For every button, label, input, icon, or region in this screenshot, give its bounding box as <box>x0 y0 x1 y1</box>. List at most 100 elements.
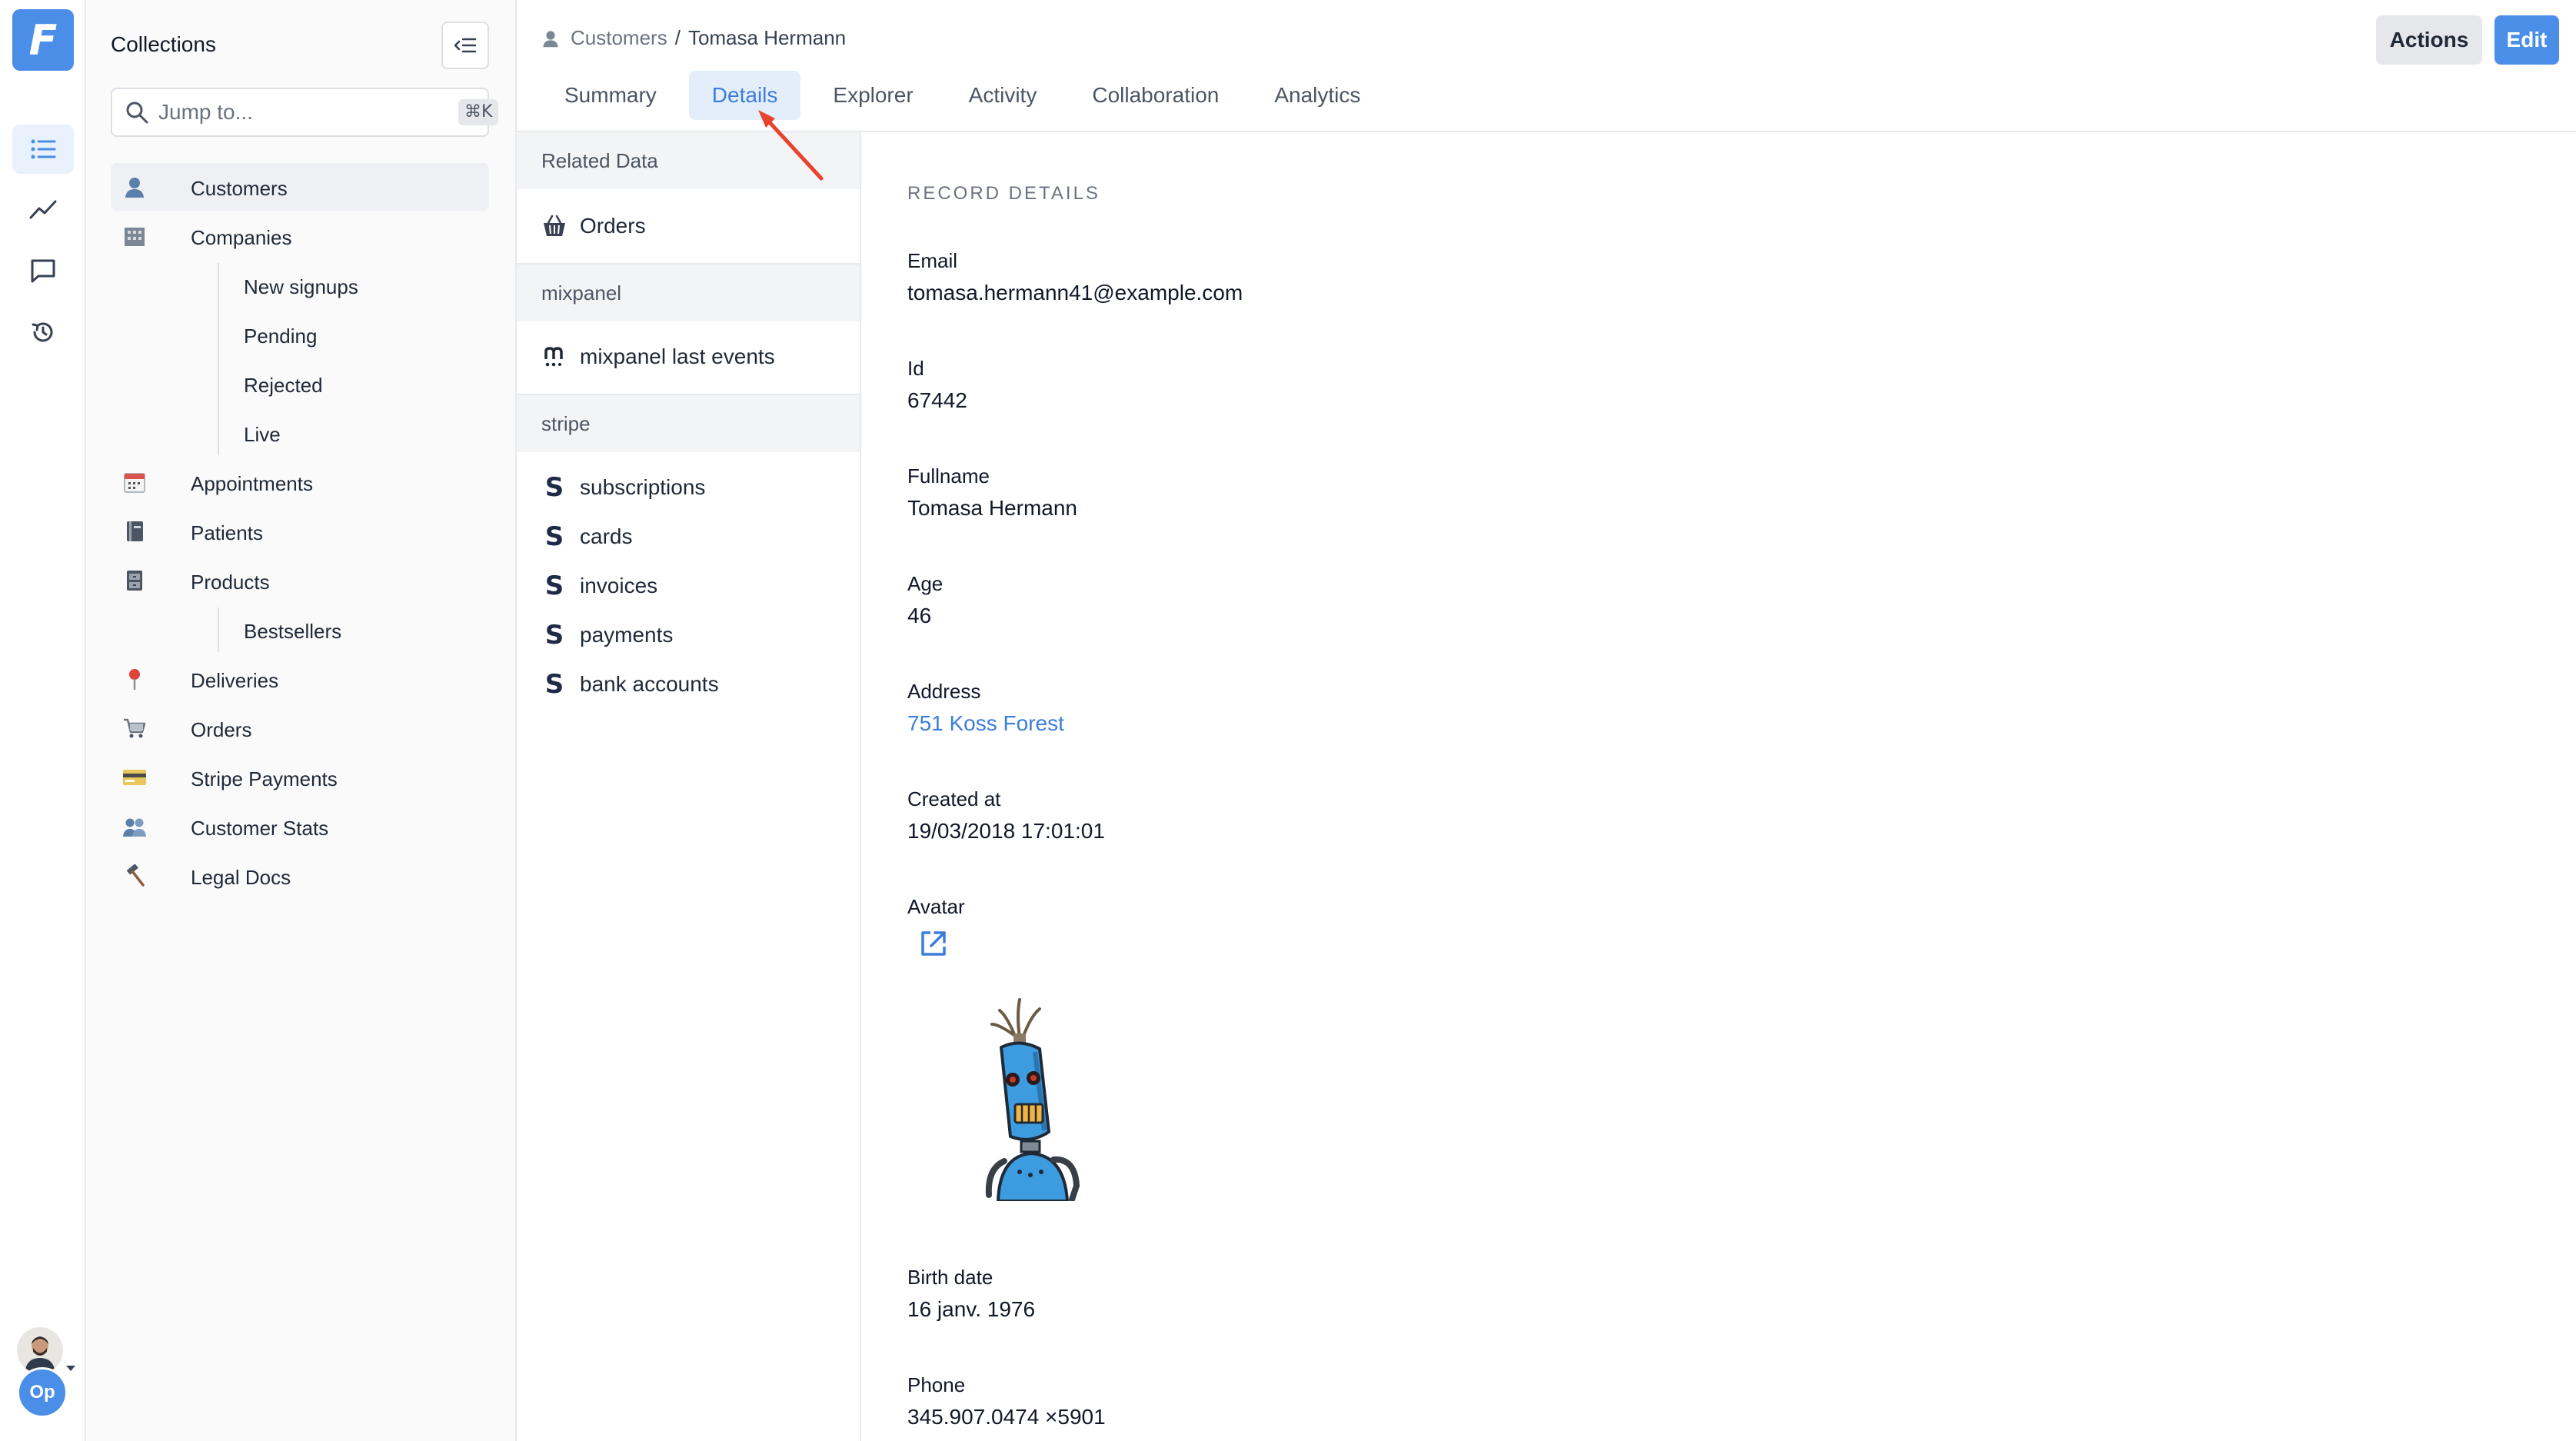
external-link-icon <box>921 931 946 956</box>
field-created-at: Created at 19/03/2018 17:01:01 <box>907 787 1105 844</box>
tab-analytics[interactable]: Analytics <box>1251 71 1383 120</box>
field-phone: Phone 345.907.0474 ×5901 <box>907 1373 1106 1429</box>
field-fullname: Fullname Tomasa Hermann <box>907 464 1077 521</box>
field-address: Address 751 Koss Forest <box>907 680 1064 736</box>
sidebar-item-label: Deliveries <box>191 669 279 692</box>
related-item-label: Orders <box>580 214 646 238</box>
tab-activity[interactable]: Activity <box>946 71 1060 120</box>
field-label: Created at <box>907 787 1001 810</box>
related-item-label: subscriptions <box>580 475 706 499</box>
field-label: Address <box>907 680 981 703</box>
sidebar-item-label: Appointments <box>191 472 313 495</box>
jump-to-input[interactable] <box>158 98 389 126</box>
related-item-invoices[interactable]: S invoices <box>541 571 657 601</box>
related-item-bank-accounts[interactable]: S bank accounts <box>541 669 719 700</box>
sidebar-item-deliveries[interactable]: Deliveries <box>111 655 489 703</box>
field-label: Email <box>907 249 958 272</box>
field-value: 67442 <box>907 388 967 412</box>
actions-button[interactable]: Actions <box>2376 15 2482 65</box>
history-nav-button[interactable] <box>12 308 74 357</box>
stripe-icon: S <box>544 472 564 503</box>
mixpanel-icon <box>541 344 567 370</box>
edit-button[interactable]: Edit <box>2494 15 2559 65</box>
field-label: Phone <box>907 1373 966 1396</box>
related-item-label: bank accounts <box>580 672 719 696</box>
sidebar-item-label: New signups <box>244 275 358 298</box>
cabinet-icon <box>121 569 148 592</box>
sidebar-item-appointments[interactable]: Appointments <box>111 458 489 506</box>
tab-collaboration[interactable]: Collaboration <box>1069 71 1242 120</box>
tab-explorer[interactable]: Explorer <box>810 71 936 120</box>
sidebar-item-customer-stats[interactable]: Customer Stats <box>111 803 489 850</box>
sidebar-item-customers[interactable]: Customers <box>111 163 489 211</box>
user-menu-caret-icon[interactable] <box>66 1366 75 1371</box>
sidebar-item-label: Companies <box>191 226 292 249</box>
user-avatar[interactable] <box>17 1327 63 1373</box>
breadcrumb-record: Tomasa Hermann <box>687 26 847 49</box>
sidebar-item-products[interactable]: Products <box>111 557 489 604</box>
stripe-icon: S <box>544 669 564 700</box>
sidebar-item-label: Pending <box>244 324 318 348</box>
history-icon <box>32 322 53 342</box>
sidebar-item-label: Patients <box>191 521 263 544</box>
calendar-icon <box>121 471 148 494</box>
related-section-header: stripe <box>517 395 860 452</box>
sidebar-item-label: Orders <box>191 718 252 741</box>
collapse-sidebar-button[interactable] <box>441 22 489 69</box>
tab-details[interactable]: Details <box>688 71 801 120</box>
related-item-orders[interactable]: Orders <box>541 211 646 241</box>
messages-nav-button[interactable] <box>12 246 74 295</box>
app-logo[interactable]: F <box>12 9 74 71</box>
breadcrumb-separator: / <box>674 26 681 49</box>
sidebar-item-label: Live <box>244 423 281 446</box>
sidebar-item-label: Stripe Payments <box>191 767 338 790</box>
related-item-mixpanel-last-events[interactable]: mixpanel last events <box>541 341 775 372</box>
collections-title: Collections <box>111 32 216 56</box>
field-label: Id <box>907 357 924 380</box>
open-external-link[interactable] <box>918 928 1100 963</box>
related-item-label: mixpanel last events <box>580 344 775 368</box>
people-icon <box>121 815 148 838</box>
jump-to-search[interactable]: ⌘K <box>111 88 499 137</box>
stripe-icon: S <box>544 521 564 552</box>
related-section-header: Related Data <box>517 132 860 189</box>
address-link[interactable]: 751 Koss Forest <box>907 711 1064 736</box>
record-header: Customers / Tomasa Hermann Summary Detai… <box>517 0 2576 132</box>
cart-icon <box>121 717 148 740</box>
related-section-header: mixpanel <box>517 265 860 321</box>
sidebar-item-companies[interactable]: Companies <box>111 212 489 260</box>
field-age: Age 46 <box>907 572 943 628</box>
field-birth-date: Birth date 16 janv. 1976 <box>907 1266 1035 1322</box>
chat-icon <box>31 259 55 283</box>
notebook-icon <box>121 520 148 543</box>
avatar-person-icon <box>17 1327 63 1373</box>
products-subtree-line <box>218 607 219 652</box>
collections-nav-button[interactable] <box>12 125 74 174</box>
sidebar-item-label: Customer Stats <box>191 817 329 840</box>
sidebar-item-legal-docs[interactable]: Legal Docs <box>111 852 489 900</box>
field-value: 19/03/2018 17:01:01 <box>907 819 1105 843</box>
org-badge[interactable]: Op <box>17 1367 68 1418</box>
related-item-payments[interactable]: S payments <box>541 620 674 651</box>
record-details: RECORD DETAILS Email tomasa.hermann41@ex… <box>861 132 2576 1441</box>
sidebar-item-stripe-payments[interactable]: Stripe Payments <box>111 754 489 801</box>
section-title: RECORD DETAILS <box>907 183 1100 204</box>
related-item-cards[interactable]: S cards <box>541 521 633 552</box>
tab-summary[interactable]: Summary <box>541 71 680 120</box>
breadcrumb-collection-link[interactable]: Customers <box>571 26 667 50</box>
related-item-subscriptions[interactable]: S subscriptions <box>541 472 706 503</box>
sidebar-item-orders[interactable]: Orders <box>111 704 489 752</box>
person-icon <box>121 175 148 198</box>
field-label: Birth date <box>907 1266 993 1289</box>
sidebar-item-label: Rejected <box>244 374 323 397</box>
avatar-image <box>969 993 1100 1205</box>
sidebar-item-patients[interactable]: Patients <box>111 508 489 555</box>
pin-icon <box>121 667 148 691</box>
field-value: 16 janv. 1976 <box>907 1297 1036 1321</box>
record-tabs: Summary Details Explorer Activity Collab… <box>541 71 1393 120</box>
field-id: Id 67442 <box>907 357 967 413</box>
field-email: Email tomasa.hermann41@example.com <box>907 249 1243 305</box>
building-icon <box>121 225 148 248</box>
analytics-nav-button[interactable] <box>12 185 74 234</box>
field-label: Fullname <box>907 464 990 488</box>
